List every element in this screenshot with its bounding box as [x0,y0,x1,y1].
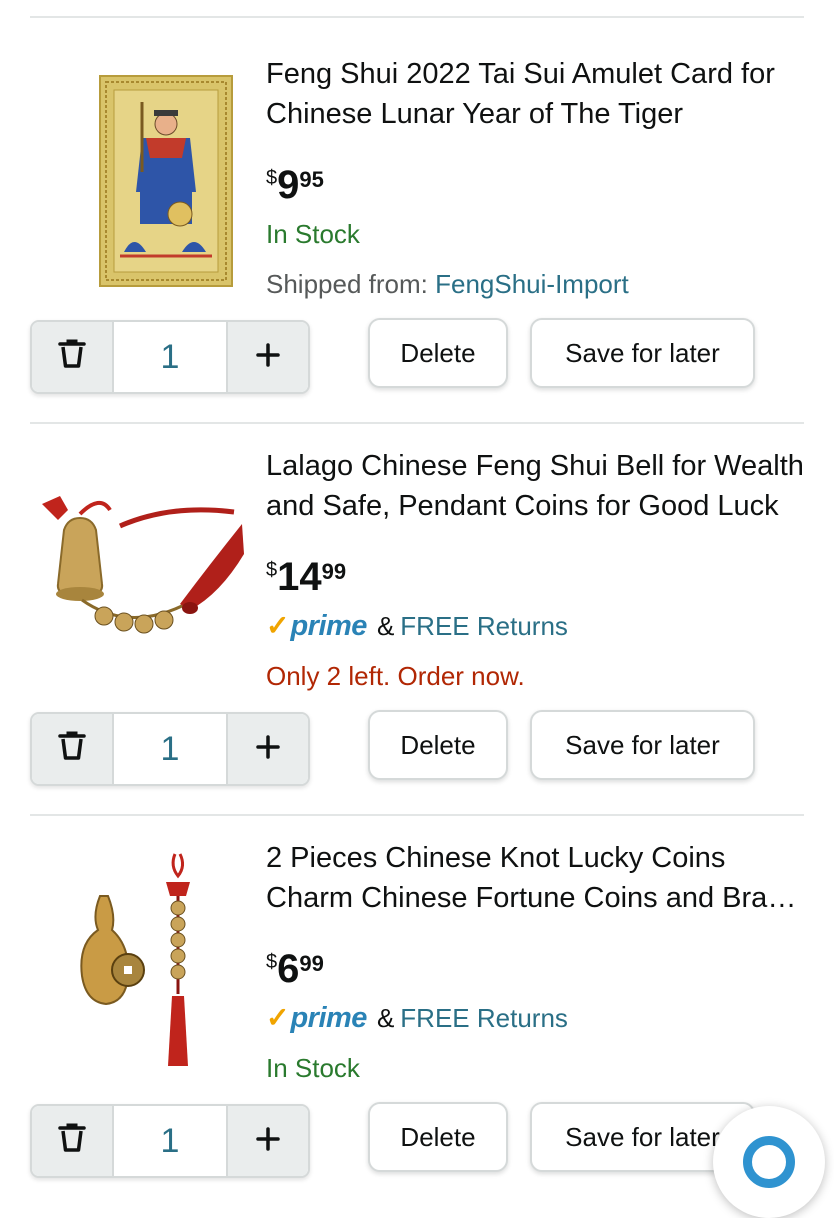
price-currency: $ [266,559,278,581]
delete-button[interactable]: Delete [368,318,508,388]
cart-item-2: Lalago Chinese Feng Shui Bell for Wealth… [0,412,834,804]
increase-quantity-button[interactable] [228,714,308,784]
product-title[interactable]: Lalago Chinese Feng Shui Bell for Wealth… [266,446,806,526]
price-currency: $ [266,951,278,973]
shipped-from: Shipped from: FengShui-Import [266,266,629,302]
price-currency: $ [266,167,278,189]
prime-check-icon: ✓ [266,610,290,641]
stock-status: In Stock [266,219,360,249]
ampersand: & [376,1003,395,1033]
trash-icon [55,728,89,771]
price-whole: 14 [277,555,322,599]
save-for-later-button[interactable]: Save for later [530,318,755,388]
delete-button[interactable]: Delete [368,1102,508,1172]
prime-badge: ✓ prime [266,608,367,644]
free-returns-link[interactable]: FREE Returns [400,1003,568,1033]
quantity-stepper: 1 [30,320,310,394]
quantity-value[interactable]: 1 [112,322,228,392]
quantity-value[interactable]: 1 [112,1106,228,1176]
stock-status: In Stock [266,1053,360,1083]
product-image-feng-shui-bell[interactable] [20,434,245,704]
product-image-amulet-card[interactable] [20,42,245,312]
shipped-from-label: Shipped from: [266,269,428,299]
price-whole: 9 [277,163,300,207]
cart-item-3: 2 Pieces Chinese Knot Lucky Coins Charm … [0,804,834,1196]
price-fraction: 99 [299,951,324,976]
delete-button[interactable]: Delete [368,710,508,780]
prime-badge: ✓ prime [266,1000,367,1036]
trash-icon [55,336,89,379]
increase-quantity-button[interactable] [228,1106,308,1176]
plus-icon [255,338,281,377]
product-price: $699 [266,947,324,992]
quantity-stepper: 1 [30,712,310,786]
price-whole: 6 [277,947,300,991]
assistant-button[interactable] [713,1106,825,1218]
seller-link[interactable]: FengShui-Import [435,269,629,299]
ampersand: & [376,611,395,641]
prime-check-icon: ✓ [266,1002,290,1033]
stock-status: Only 2 left. Order now. [266,661,525,691]
product-price: $1499 [266,555,346,600]
plus-icon [255,730,281,769]
quantity-value[interactable]: 1 [112,714,228,784]
product-image-lucky-coins[interactable] [20,826,245,1096]
increase-quantity-button[interactable] [228,322,308,392]
trash-icon [55,1120,89,1163]
quantity-stepper: 1 [30,1104,310,1178]
remove-item-button[interactable] [32,322,112,392]
assistant-ring-icon [743,1136,795,1188]
price-fraction: 95 [299,167,324,192]
cart-item-1: Feng Shui 2022 Tai Sui Amulet Card for C… [0,20,834,412]
prime-returns-line: ✓ prime & FREE Returns [266,608,568,644]
product-price: $995 [266,163,324,208]
product-title[interactable]: 2 Pieces Chinese Knot Lucky Coins Charm … [266,838,806,918]
plus-icon [255,1122,281,1161]
remove-item-button[interactable] [32,1106,112,1176]
save-for-later-button[interactable]: Save for later [530,710,755,780]
price-fraction: 99 [321,559,347,584]
free-returns-link[interactable]: FREE Returns [400,611,568,641]
remove-item-button[interactable] [32,714,112,784]
product-title[interactable]: Feng Shui 2022 Tai Sui Amulet Card for C… [266,54,806,134]
prime-returns-line: ✓ prime & FREE Returns [266,1000,568,1036]
top-divider [30,16,804,18]
prime-label: prime [290,610,367,642]
prime-label: prime [290,1002,367,1034]
